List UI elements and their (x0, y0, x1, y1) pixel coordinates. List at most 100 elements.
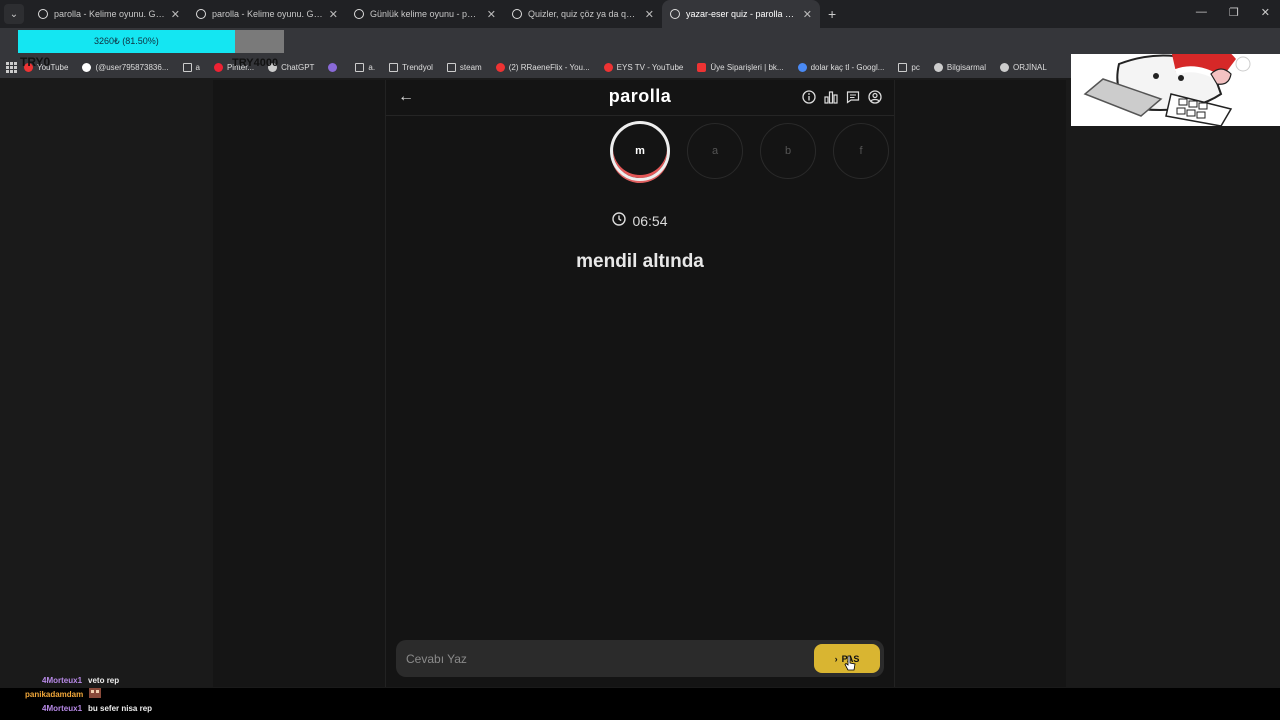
bookmark-label: steam (459, 62, 482, 72)
donation-progress-bar: 3260₺ (81.50%) (18, 30, 284, 53)
bookmark-item[interactable]: a. (355, 62, 376, 72)
tab-search-button[interactable]: ⌄ (4, 4, 24, 24)
bookmark-label: pc (911, 62, 920, 72)
bookmark-label: Üye Siparişleri | bk... (710, 62, 784, 72)
minimize-icon[interactable]: — (1196, 6, 1207, 19)
bookmark-label: dolar kaç tl - Googl... (810, 62, 885, 72)
donation-progress-text: 3260₺ (81.50%) (94, 36, 159, 46)
stats-icon[interactable] (824, 90, 838, 104)
globe-icon (933, 62, 943, 72)
letter-label: a (711, 145, 719, 157)
letter-circle-active: m (610, 121, 670, 181)
apps-grid-icon[interactable] (6, 62, 17, 73)
tab-title: yazar-eser quiz - parolla - Kelim (686, 9, 797, 19)
app-header: ← parolla (386, 80, 894, 116)
donation-progress-fill: 3260₺ (81.50%) (18, 30, 235, 53)
bookmark-item[interactable]: EYS TV - YouTube (603, 62, 684, 72)
tab-title: Günlük kelime oyunu - parolla (370, 9, 481, 19)
browser-tab-4[interactable]: Quizler, quiz çöz ya da quiz olu ✕ (504, 0, 662, 28)
bookmark-label: ChatGPT (281, 62, 315, 72)
close-tab-icon[interactable]: ✕ (487, 8, 496, 21)
bookmark-item[interactable]: Trendyol (389, 62, 433, 72)
bookmark-label: Bilgisarmal (946, 62, 986, 72)
folder-icon (446, 62, 456, 72)
answer-input[interactable] (406, 640, 806, 677)
close-tab-icon[interactable]: ✕ (645, 8, 654, 21)
letter-circle: f (833, 123, 889, 179)
tab-title: parolla - Kelime oyunu. Günlük (54, 9, 165, 19)
browser-tab-2[interactable]: parolla - Kelime oyunu. Günlük ✕ (188, 0, 346, 28)
folder-icon (389, 62, 399, 72)
tab-title: Quizler, quiz çöz ya da quiz olu (528, 9, 639, 19)
parolla-favicon-icon (670, 9, 680, 19)
profile-icon[interactable] (868, 90, 882, 104)
close-tab-icon[interactable]: ✕ (803, 8, 812, 21)
chat-username: panikadamdam (25, 689, 84, 699)
letter-label: b (784, 145, 792, 157)
parolla-favicon-icon (512, 9, 522, 19)
bookmark-label: (2) RRaeneFlix - You... (508, 62, 590, 72)
bookmark-label: Trendyol (402, 62, 433, 72)
bookmark-item[interactable]: ORJİNAL (999, 62, 1047, 72)
bookmark-label: (@user795873836... (95, 62, 169, 72)
chat-message: panikadamdam (0, 687, 400, 703)
bookmark-item[interactable]: steam (446, 62, 482, 72)
parolla-favicon-icon (354, 9, 364, 19)
bookmark-item[interactable]: Bilgisarmal (933, 62, 986, 72)
chevron-right-icon: › (834, 653, 838, 664)
timer-value: 06:54 (632, 212, 668, 229)
chat-username: 4Morteux1 (42, 676, 83, 685)
chat-text: bu sefer nisa rep (88, 704, 153, 713)
bookmark-item[interactable]: Üye Siparişleri | bk... (697, 62, 784, 72)
parolla-favicon-icon (196, 9, 206, 19)
google-icon (797, 62, 807, 72)
close-tab-icon[interactable]: ✕ (329, 8, 338, 21)
tab-title: parolla - Kelime oyunu. Günlük (212, 9, 323, 19)
browser-tab-5-active[interactable]: yazar-eser quiz - parolla - Kelim ✕ (662, 0, 820, 28)
chat-text: veto rep (88, 676, 120, 685)
folder-icon (355, 62, 365, 72)
letter-label: f (859, 145, 863, 157)
folder-icon (182, 62, 192, 72)
restore-icon[interactable]: ❐ (1229, 6, 1239, 19)
tiktok-icon (82, 62, 92, 72)
bookmark-icon (697, 62, 707, 72)
chat-message: 4Morteux1 veto rep (0, 674, 400, 688)
letter-circle: a (687, 123, 743, 179)
youtube-icon (603, 62, 613, 72)
bookmark-item[interactable]: pc (898, 62, 920, 72)
streamer-mascot-image (1071, 54, 1280, 126)
donation-start-label: TRY0 (20, 55, 51, 69)
new-tab-button[interactable]: + (828, 6, 836, 22)
timer: 06:54 (386, 212, 894, 229)
back-arrow-icon[interactable]: ← (398, 88, 414, 106)
bookmark-item[interactable]: (2) RRaeneFlix - You... (495, 62, 590, 72)
info-icon[interactable] (802, 90, 816, 104)
bookmark-label: EYS TV - YouTube (616, 62, 684, 72)
close-tab-icon[interactable]: ✕ (171, 8, 180, 21)
bookmark-item[interactable]: (@user795873836... (82, 62, 169, 72)
bookmark-item[interactable]: a (182, 62, 200, 72)
folder-icon (898, 62, 908, 72)
comments-icon[interactable] (846, 90, 860, 104)
letter-circles: m a b f (610, 121, 889, 181)
header-actions (802, 90, 882, 104)
donation-goal-label: TRY4000 (232, 57, 279, 69)
tab-strip: ⌄ parolla - Kelime oyunu. Günlük ✕ parol… (0, 0, 1280, 28)
answer-form: › PAS (396, 640, 884, 677)
bookmark-item[interactable]: dolar kaç tl - Googl... (797, 62, 885, 72)
letter-label: m (635, 145, 645, 157)
emote-icon (89, 687, 102, 703)
close-window-icon[interactable]: ✕ (1261, 6, 1270, 19)
parolla-favicon-icon (38, 9, 48, 19)
bookmark-item[interactable] (328, 62, 341, 72)
browser-tab-1[interactable]: parolla - Kelime oyunu. Günlük ✕ (30, 0, 188, 28)
bookmark-label: ORJİNAL (1012, 62, 1047, 72)
clock-icon (612, 212, 627, 229)
pinterest-icon (213, 62, 223, 72)
browser-tab-3[interactable]: Günlük kelime oyunu - parolla ✕ (346, 0, 504, 28)
bookmark-label: a. (368, 62, 376, 72)
window-controls: — ❐ ✕ (1196, 6, 1270, 19)
chat-username: 4Morteux1 (42, 704, 83, 713)
globe-icon (999, 62, 1009, 72)
